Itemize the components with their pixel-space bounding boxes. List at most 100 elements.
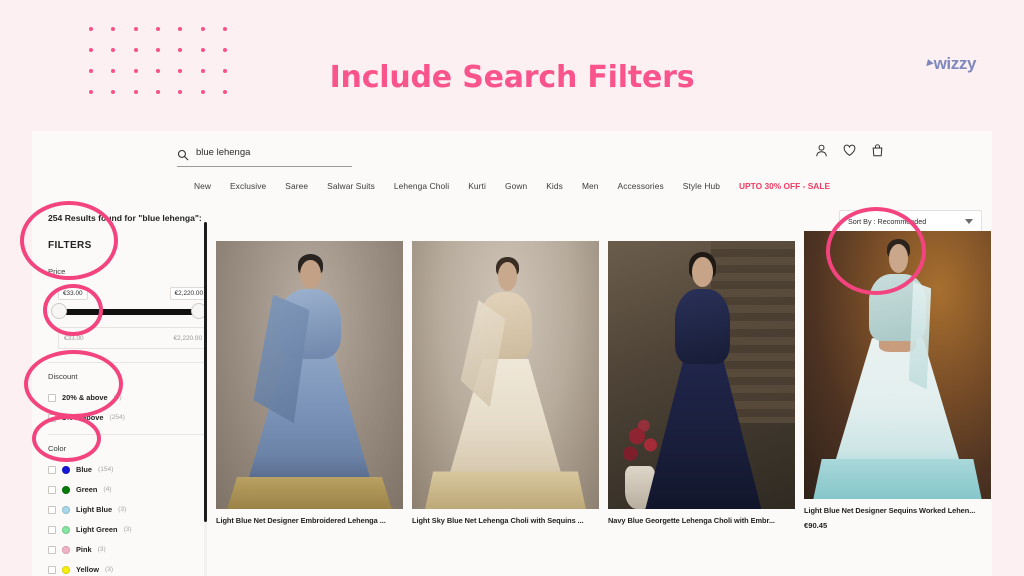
color-swatch [62,465,70,474]
color-swatch [62,485,70,494]
color-option-count: (3) [123,526,132,533]
checkbox[interactable] [48,393,56,402]
price-max-chip: €2,220.00 [169,287,207,300]
color-option-label: Green [76,485,98,494]
color-option-light-blue[interactable]: Light Blue (3) [48,504,207,515]
color-swatch [62,525,70,534]
search-input-value[interactable]: blue lehenga [196,148,250,161]
nav-item-salwar-suits[interactable]: Salwar Suits [327,181,375,191]
discount-option-20[interactable]: 20% & above (1) [48,392,207,403]
filters-heading: FILTERS [48,240,92,251]
search-bar[interactable]: blue lehenga [177,143,352,167]
color-option-green[interactable]: Green (4) [48,484,207,495]
site-header: blue lehenga [32,131,992,178]
discount-option-count: (1) [113,394,122,401]
discount-option-1[interactable]: 1% & above (254) [48,412,207,423]
nav-item-exclusive[interactable]: Exclusive [230,181,266,191]
price-filter-label: Price [48,267,66,276]
color-option-count: (3) [97,546,106,553]
checkbox[interactable] [48,525,56,534]
color-option-count: (4) [103,486,112,493]
price-range-slider[interactable]: €33.00 €2,220.00 €33.00 €2,220.00 [48,287,207,351]
nav-item-accessories[interactable]: Accessories [618,181,664,191]
product-price: €90.45 [804,521,828,530]
main-navigation: New Exclusive Saree Salwar Suits Lehenga… [32,178,992,205]
product-title: Light Blue Net Designer Embroidered Lehe… [216,516,386,525]
wizzy-logo: wizzy [923,54,977,74]
color-option-blue[interactable]: Blue (154) [48,464,207,475]
color-option-pink[interactable]: Pink (3) [48,544,207,555]
app-body: 254 Results found for "blue lehenga": FI… [32,205,992,576]
nav-item-style-hub[interactable]: Style Hub [683,181,720,191]
color-option-label: Light Blue [76,505,113,514]
checkbox[interactable] [48,505,56,514]
product-title: Light Sky Blue Net Lehenga Choli with Se… [412,516,584,525]
product-card[interactable]: Light Blue Net Designer Sequins Worked L… [804,231,991,530]
product-card[interactable]: Light Sky Blue Net Lehenga Choli with Se… [412,241,599,525]
nav-item-saree[interactable]: Saree [285,181,308,191]
nav-item-men[interactable]: Men [582,181,599,191]
shopping-bag-icon[interactable] [870,143,885,158]
ecommerce-app-screenshot: blue lehenga New Exclusive Saree Salwar … [32,131,992,576]
product-image[interactable] [412,241,599,509]
price-slider-min-handle[interactable] [51,303,67,319]
sort-by-value: Sort By : Recommended [848,217,927,226]
divider [48,434,207,435]
price-input-fields[interactable]: €33.00 €2,220.00 [58,327,207,349]
nav-item-new[interactable]: New [194,181,211,191]
color-option-count: (3) [105,566,114,573]
header-icon-group [814,143,885,158]
color-option-label: Yellow [76,565,100,574]
checkbox[interactable] [48,545,56,554]
product-image[interactable] [608,241,795,509]
nav-item-gown[interactable]: Gown [505,181,527,191]
account-icon[interactable] [814,143,829,158]
checkbox[interactable] [48,565,56,574]
color-swatch [62,545,70,554]
price-slider-track[interactable] [60,309,196,315]
color-option-label: Light Green [76,525,118,534]
discount-option-count: (254) [109,414,125,421]
price-min-chip: €33.00 [58,287,88,300]
screenshot-root: Include Search Filters wizzy blue leheng… [0,0,1024,576]
sidebar-scrollbar-thumb[interactable] [204,222,207,522]
divider [48,362,207,363]
sort-by-dropdown[interactable]: Sort By : Recommended [839,210,982,233]
product-card[interactable]: Navy Blue Georgette Lehenga Choli with E… [608,241,795,525]
checkbox[interactable] [48,465,56,474]
discount-option-label: 1% & above [62,413,104,422]
search-icon [177,149,189,161]
price-max-input[interactable]: €2,220.00 [174,335,202,342]
product-card[interactable]: Light Blue Net Designer Embroidered Lehe… [216,241,403,525]
product-title: Light Blue Net Designer Sequins Worked L… [804,506,976,515]
color-option-count: (154) [98,466,114,473]
chevron-down-icon [965,219,973,224]
color-option-label: Blue [76,465,93,474]
nav-item-kids[interactable]: Kids [546,181,563,191]
wishlist-heart-icon[interactable] [842,143,857,158]
results-count-heading: 254 Results found for "blue lehenga": [48,213,202,223]
color-option-yellow[interactable]: Yellow (3) [48,564,207,575]
color-option-light-green[interactable]: Light Green (3) [48,524,207,535]
banner-title: Include Search Filters [329,60,695,95]
product-image[interactable] [216,241,403,509]
nav-item-kurti[interactable]: Kurti [468,181,486,191]
results-panel: Sort By : Recommended Light Blue Net Des… [214,205,992,576]
nav-item-lehenga-choli[interactable]: Lehenga Choli [394,181,449,191]
color-filter-label: Color [48,444,67,453]
product-image[interactable] [804,231,991,499]
checkbox[interactable] [48,413,56,422]
color-option-count: (3) [118,506,127,513]
product-title: Navy Blue Georgette Lehenga Choli with E… [608,516,775,525]
discount-option-label: 20% & above [62,393,108,402]
color-option-label: Pink [76,545,92,554]
wizzy-logo-text: wizzy [933,54,977,73]
product-grid: Light Blue Net Designer Embroidered Lehe… [214,231,992,530]
checkbox[interactable] [48,485,56,494]
filters-sidebar: 254 Results found for "blue lehenga": FI… [32,205,207,576]
color-swatch [62,565,70,574]
wizzy-logo-mark [923,57,934,66]
nav-item-sale[interactable]: UPTO 30% OFF - SALE [739,181,830,191]
price-min-input[interactable]: €33.00 [64,335,84,342]
discount-filter-label: Discount [48,372,78,381]
